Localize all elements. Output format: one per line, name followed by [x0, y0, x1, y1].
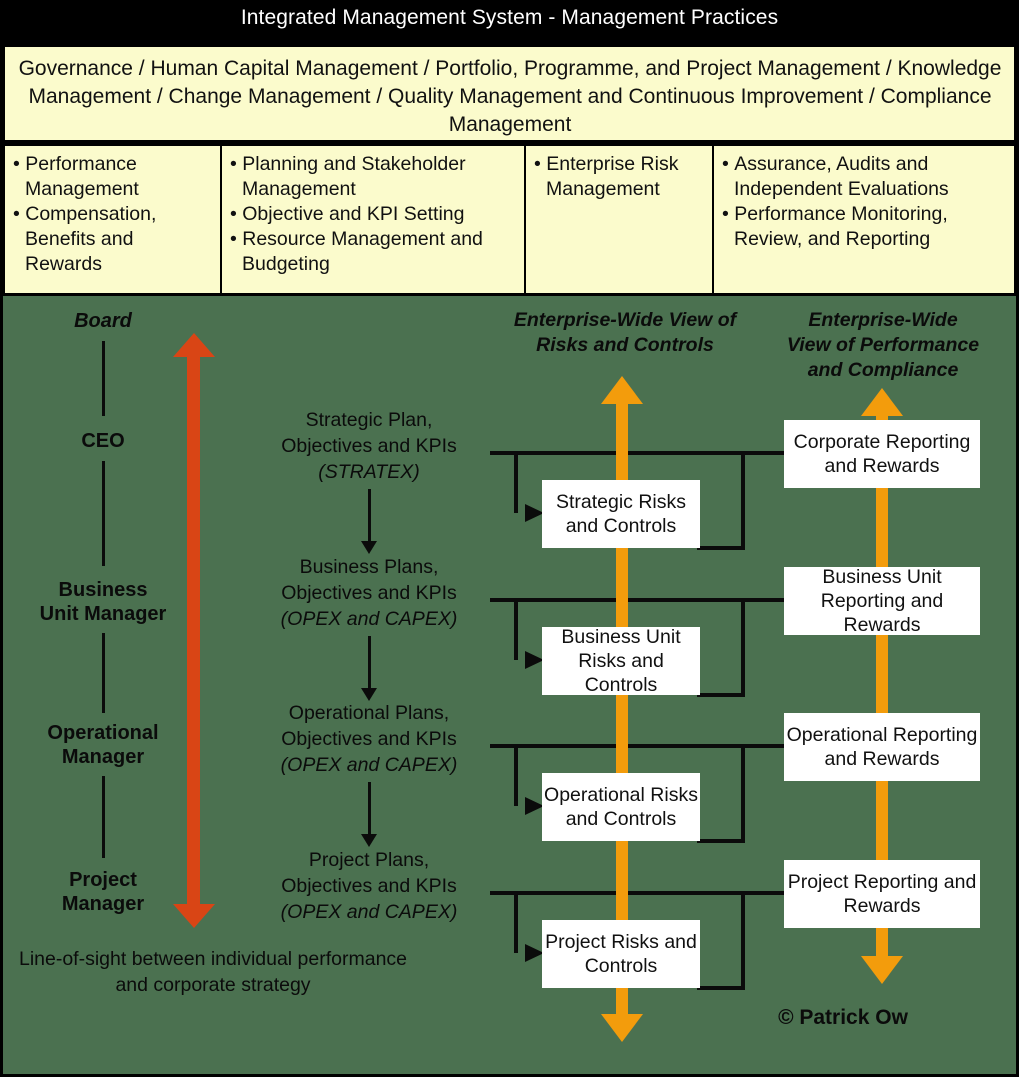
- practice-column-3: Enterprise Risk Management: [524, 146, 712, 293]
- reporting-box-business-unit: Business Unit Reporting and Rewards: [784, 566, 980, 636]
- practice-column-1: Performance Management Compensation, Ben…: [5, 146, 220, 293]
- risk-box-operational: Operational Risks and Controls: [542, 773, 700, 841]
- management-practices-text: Governance / Human Capital Management / …: [18, 57, 1002, 136]
- practice-column-2-list: Planning and Stakeholder Management Obje…: [230, 152, 518, 277]
- practice-column-1-list: Performance Management Compensation, Ben…: [13, 152, 214, 277]
- list-item: Performance Management: [13, 152, 214, 202]
- management-practices-band: Governance / Human Capital Management / …: [3, 45, 1016, 142]
- list-item: Planning and Stakeholder Management: [230, 152, 518, 202]
- risk-box-strategic: Strategic Risks and Controls: [542, 480, 700, 548]
- page-title: Integrated Management System - Managemen…: [240, 6, 779, 29]
- list-item: Performance Monitoring, Review, and Repo…: [722, 202, 1008, 252]
- list-item: Assurance, Audits and Independent Evalua…: [722, 152, 1008, 202]
- diagram-canvas: Board CEO Business Unit Manager Operatio…: [3, 296, 1016, 1074]
- practice-column-2: Planning and Stakeholder Management Obje…: [220, 146, 524, 293]
- practice-column-4-list: Assurance, Audits and Independent Evalua…: [722, 152, 1008, 252]
- header-band: Integrated Management System - Managemen…: [0, 0, 1019, 45]
- reporting-box-operational: Operational Reporting and Rewards: [784, 713, 980, 781]
- list-item: Compensation, Benefits and Rewards: [13, 202, 214, 277]
- reporting-box-corporate: Corporate Reporting and Rewards: [784, 420, 980, 488]
- practice-column-3-list: Enterprise Risk Management: [534, 152, 706, 202]
- copyright-notice: © Patrick Ow: [778, 1006, 908, 1029]
- orange-flow-arrows: [601, 376, 903, 1042]
- list-item: Objective and KPI Setting: [230, 202, 518, 227]
- list-item: Enterprise Risk Management: [534, 152, 706, 202]
- practice-column-4: Assurance, Audits and Independent Evalua…: [712, 146, 1014, 293]
- risk-box-project: Project Risks and Controls: [542, 920, 700, 988]
- diagram-page: Integrated Management System - Managemen…: [0, 0, 1019, 1077]
- practice-columns: Performance Management Compensation, Ben…: [3, 144, 1016, 295]
- list-item: Resource Management and Budgeting: [230, 227, 518, 277]
- reporting-box-project: Project Reporting and Rewards: [784, 860, 980, 928]
- risk-box-business-unit: Business Unit Risks and Controls: [542, 626, 700, 696]
